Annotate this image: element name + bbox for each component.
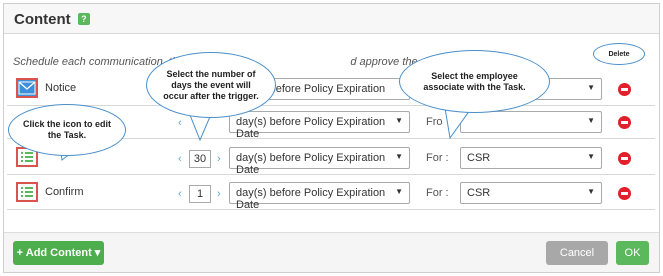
callout-days: Select the number of days the event will… [146,52,276,118]
callout-delete: Delete [593,43,645,65]
callout-icon: Click the icon to edit the Task. [8,104,126,156]
callout-employee: Select the employee associate with the T… [399,50,550,113]
